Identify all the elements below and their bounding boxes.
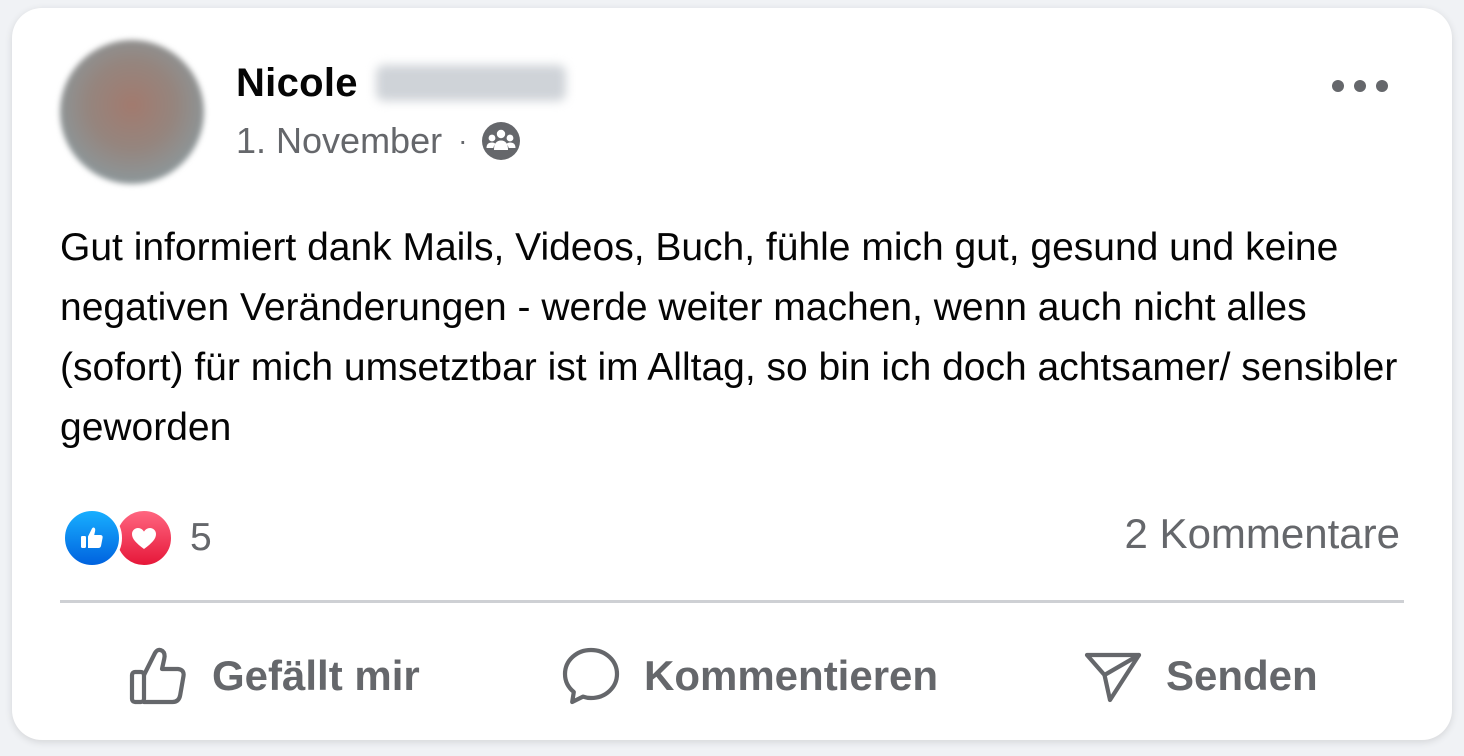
comment-label: Kommentieren [644, 652, 939, 699]
more-options-icon[interactable] [1332, 66, 1388, 106]
post-meta: 1. November · [236, 118, 521, 164]
reaction-count: 5 [190, 516, 212, 559]
more-dot [1376, 80, 1388, 92]
friends-icon[interactable] [481, 121, 521, 161]
action-bar: Gefällt mir Kommentieren Senden [60, 628, 1404, 724]
post-text: Gut informiert dank Mails, Videos, Buch,… [60, 226, 1398, 449]
like-button[interactable]: Gefällt mir [128, 628, 420, 724]
send-icon [1082, 645, 1144, 707]
more-dot [1354, 80, 1366, 92]
redacted-surname [375, 65, 566, 101]
more-dot [1332, 80, 1344, 92]
like-label: Gefällt mir [212, 652, 420, 699]
meta-separator: · [458, 125, 468, 156]
thumbs-up-icon [128, 645, 190, 707]
comment-button[interactable]: Kommentieren [560, 628, 938, 724]
comment-bubble-icon [560, 645, 622, 707]
post-date[interactable]: 1. November [236, 120, 442, 162]
send-label: Senden [1166, 652, 1318, 699]
send-button[interactable]: Senden [1082, 628, 1318, 724]
like-icon [62, 508, 122, 568]
author-line: Nicole [236, 58, 566, 108]
love-icon [114, 508, 174, 568]
comment-count-link[interactable]: 2 Kommentare [1125, 510, 1400, 558]
post-card: Nicole 1. November · Gut informiert dank… [12, 8, 1452, 740]
avatar[interactable] [60, 40, 204, 184]
divider [60, 600, 1404, 603]
author-name[interactable]: Nicole [236, 61, 358, 106]
reaction-summary[interactable]: 5 [62, 508, 212, 568]
